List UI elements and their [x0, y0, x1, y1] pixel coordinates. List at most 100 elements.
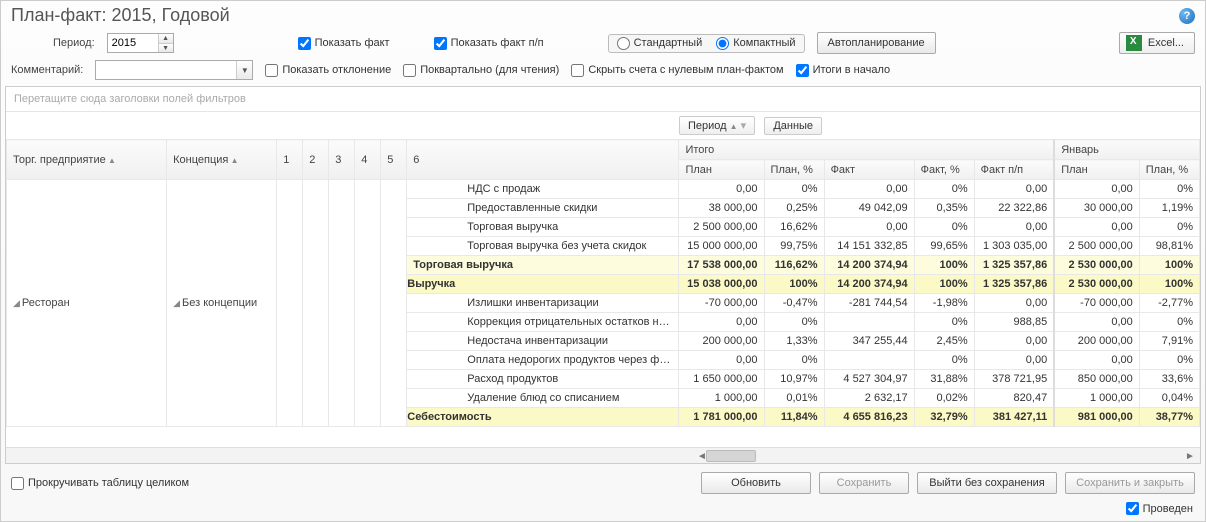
cell-plan: 1 781 000,00: [679, 408, 764, 427]
excel-icon: [1126, 35, 1142, 51]
col-group-itogo[interactable]: Итого: [679, 140, 1054, 160]
cell-fact: 0,00: [824, 180, 914, 199]
comment-combo[interactable]: ▼: [95, 60, 253, 80]
col-jplan[interactable]: План: [1054, 160, 1139, 180]
comment-label: Комментарий:: [11, 64, 83, 76]
col-4[interactable]: 4: [355, 140, 381, 180]
cell-jplanp: 0%: [1139, 351, 1199, 370]
cell-factpp: 0,00: [974, 180, 1054, 199]
cell-jplanp: 7,91%: [1139, 332, 1199, 351]
comment-input[interactable]: [96, 64, 236, 76]
horizontal-scrollbar[interactable]: ◄ ►: [6, 447, 1200, 463]
col-3[interactable]: 3: [329, 140, 355, 180]
scroll-right-icon[interactable]: ►: [1182, 448, 1198, 464]
page-title: План-факт: 2015, Годовой: [11, 5, 230, 26]
autoplan-button[interactable]: Автопланирование: [817, 32, 936, 54]
cell-factpp: 0,00: [974, 294, 1054, 313]
grid-zone: Перетащите сюда заголовки полей фильтров…: [5, 86, 1201, 464]
help-icon[interactable]: ?: [1179, 8, 1195, 24]
scroll-whole-checkbox[interactable]: Прокручивать таблицу целиком: [11, 477, 189, 490]
table-row[interactable]: ◢Ресторан◢Без концепцииНДС с продаж0,000…: [7, 180, 1200, 199]
exit-nosave-button[interactable]: Выйти без сохранения: [917, 472, 1057, 494]
spin-up-icon[interactable]: ▲: [159, 34, 173, 43]
cell-jplanp: 0%: [1139, 313, 1199, 332]
cell-planp: -0,47%: [764, 294, 824, 313]
col-planp[interactable]: План, %: [764, 160, 824, 180]
excel-button[interactable]: Excel...: [1119, 32, 1195, 54]
show-deviation-checkbox[interactable]: Показать отклонение: [265, 64, 391, 77]
cell-factpp: 1 325 357,86: [974, 256, 1054, 275]
col-factp[interactable]: Факт, %: [914, 160, 974, 180]
toolbar-row-1: Период: ▲ ▼ Показать факт Показать факт …: [1, 28, 1205, 58]
spin-down-icon[interactable]: ▼: [159, 43, 173, 52]
filter-drop-area[interactable]: Перетащите сюда заголовки полей фильтров: [6, 87, 1200, 112]
cell-fact: [824, 351, 914, 370]
cell-fact: 49 042,09: [824, 199, 914, 218]
period-column-button[interactable]: Период ▲ ▾: [679, 116, 755, 135]
col-group-yanvar[interactable]: Январь: [1054, 140, 1199, 160]
show-fact-pp-checkbox[interactable]: Показать факт п/п: [434, 37, 544, 50]
cell-jplan: 2 530 000,00: [1054, 256, 1139, 275]
totals-first-checkbox[interactable]: Итоги в начало: [796, 64, 891, 77]
cell-jplanp: 98,81%: [1139, 237, 1199, 256]
cell-jplanp: 100%: [1139, 275, 1199, 294]
hide-zero-checkbox[interactable]: Скрыть счета с нулевым план-фактом: [571, 64, 783, 77]
row-name: Торговая выручка без учета скидок: [407, 237, 679, 256]
period-input[interactable]: [108, 34, 158, 52]
col-fact[interactable]: Факт: [824, 160, 914, 180]
col-2[interactable]: 2: [303, 140, 329, 180]
period-label: Период:: [53, 37, 95, 49]
row-name: Торговая выручка: [407, 256, 679, 275]
row-name: Недостача инвентаризации: [407, 332, 679, 351]
cell-planp: 10,97%: [764, 370, 824, 389]
col-1[interactable]: 1: [277, 140, 303, 180]
cell-plan: 15 038 000,00: [679, 275, 764, 294]
cell-factp: 32,79%: [914, 408, 974, 427]
chevron-down-icon[interactable]: ▼: [236, 61, 252, 79]
cell-fact: 4 527 304,97: [824, 370, 914, 389]
cell-fact: [824, 313, 914, 332]
row-name: НДС с продаж: [407, 180, 679, 199]
cell-factp: 0%: [914, 351, 974, 370]
tree-concept[interactable]: ◢Без концепции: [167, 180, 277, 427]
col-factpp[interactable]: Факт п/п: [974, 160, 1054, 180]
cell-factp: 0%: [914, 313, 974, 332]
view-mode-radio-group: Стандартный Компактный: [608, 34, 805, 53]
col-jplanp[interactable]: План, %: [1139, 160, 1199, 180]
cell-jplan: 0,00: [1054, 313, 1139, 332]
col-plan[interactable]: План: [679, 160, 764, 180]
cell-jplanp: 0%: [1139, 180, 1199, 199]
col-concept[interactable]: Концепция: [167, 140, 277, 180]
radio-compact[interactable]: Компактный: [716, 37, 795, 50]
row-name: Оплата недорогих продуктов через фронт: [407, 351, 679, 370]
cell-jplanp: -2,77%: [1139, 294, 1199, 313]
scroll-thumb[interactable]: [706, 450, 756, 462]
cell-jplan: 200 000,00: [1054, 332, 1139, 351]
cell-jplanp: 33,6%: [1139, 370, 1199, 389]
pivot-table: Период ▲ ▾ Данные Торг. предприятие Конц…: [6, 112, 1200, 427]
save-button[interactable]: Сохранить: [819, 472, 909, 494]
col-5[interactable]: 5: [381, 140, 407, 180]
cell-plan: 1 000,00: [679, 389, 764, 408]
tree-enterprise[interactable]: ◢Ресторан: [7, 180, 167, 427]
cell-jplan: 30 000,00: [1054, 199, 1139, 218]
quarterly-checkbox[interactable]: Поквартально (для чтения): [403, 64, 559, 77]
cell-factpp: 820,47: [974, 389, 1054, 408]
col-enterprise[interactable]: Торг. предприятие: [7, 140, 167, 180]
cell-planp: 0,01%: [764, 389, 824, 408]
cell-fact: 347 255,44: [824, 332, 914, 351]
col-6[interactable]: 6: [407, 140, 679, 180]
save-close-button[interactable]: Сохранить и закрыть: [1065, 472, 1195, 494]
cell-planp: 1,33%: [764, 332, 824, 351]
cell-plan: 17 538 000,00: [679, 256, 764, 275]
done-checkbox[interactable]: Проведен: [1126, 502, 1193, 515]
period-spinner[interactable]: ▲ ▼: [107, 33, 174, 53]
radio-standard[interactable]: Стандартный: [617, 37, 703, 50]
show-fact-checkbox[interactable]: Показать факт: [298, 37, 390, 50]
refresh-button[interactable]: Обновить: [701, 472, 811, 494]
row-name: Выручка: [407, 275, 679, 294]
cell-jplanp: 0,04%: [1139, 389, 1199, 408]
cell-factp: 31,88%: [914, 370, 974, 389]
data-column-button[interactable]: Данные: [764, 117, 822, 135]
cell-planp: 0%: [764, 180, 824, 199]
